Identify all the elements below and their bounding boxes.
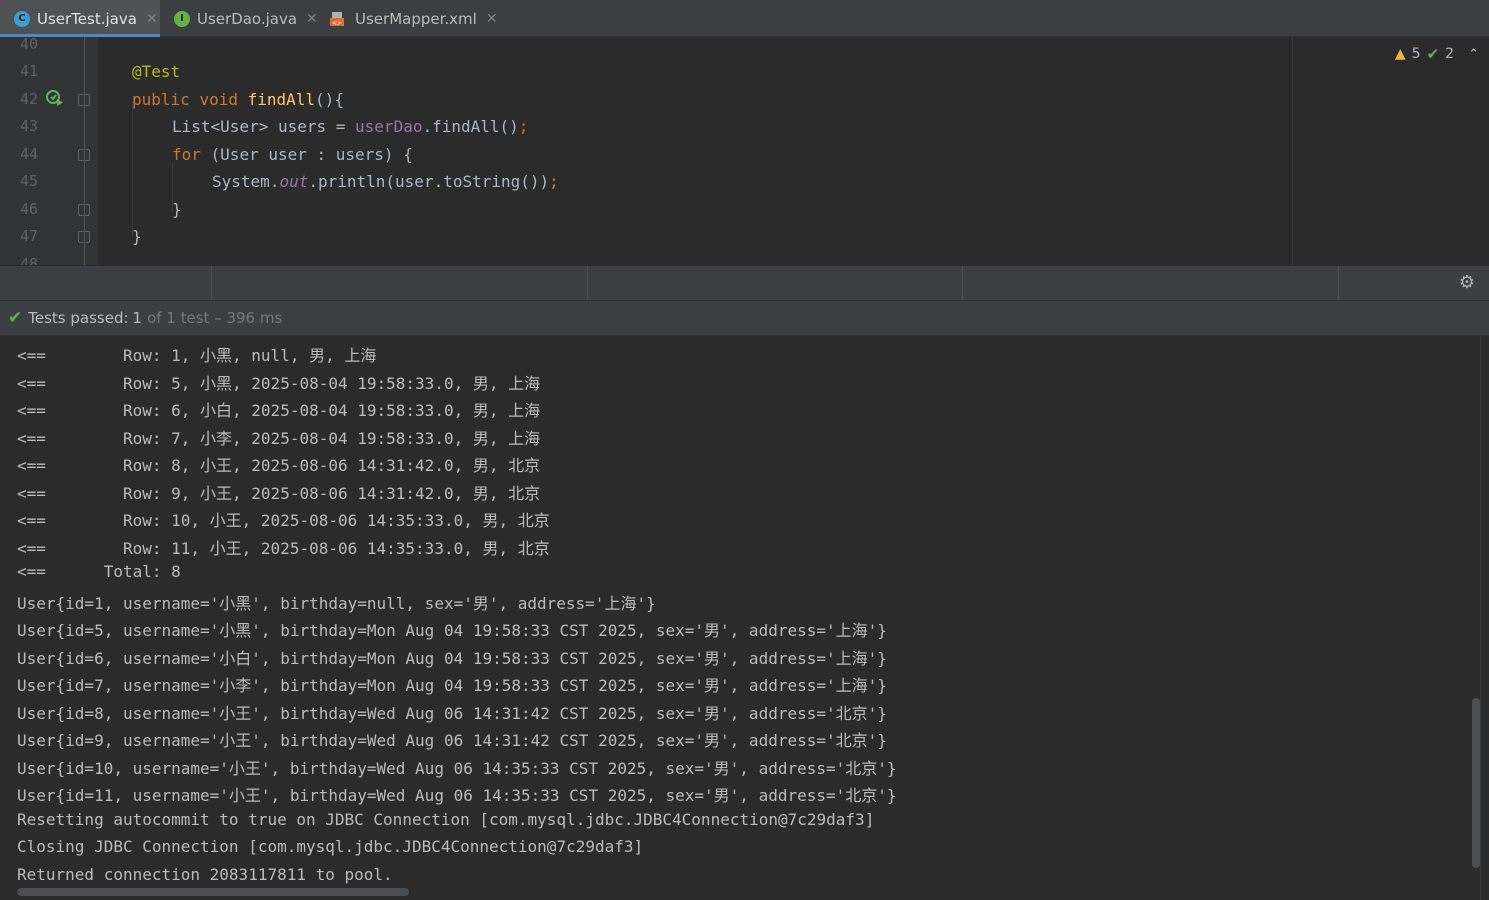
console-line: <== Row: 11, 小王, 2025-08-06 14:35:33.0, … <box>17 539 550 558</box>
tab-usermapper-xml[interactable]: <> UserMapper.xml ✕ <box>318 0 503 37</box>
semicolon: ; <box>518 117 529 136</box>
code-text: .findAll() <box>422 117 519 136</box>
field-reference: userDao <box>355 117 423 136</box>
console-line: <== Row: 7, 小李, 2025-08-04 19:58:33.0, 男… <box>17 429 541 448</box>
static-field: out <box>279 172 309 191</box>
console-line: User{id=5, username='小黑', birthday=Mon A… <box>17 621 887 640</box>
console-line: User{id=11, username='小王', birthday=Wed … <box>17 786 897 805</box>
console-line: Returned connection 2083117811 to pool. <box>17 865 393 884</box>
code-editor[interactable]: 40 41 42 43 44 45 46 47 48 @Test public … <box>0 37 1489 265</box>
xml-file-icon: <> <box>330 11 348 27</box>
run-test-icon[interactable] <box>46 89 64 107</box>
status-detail: of 1 test – 396 ms <box>147 309 283 327</box>
code-line-46: } <box>172 200 182 219</box>
tab-label: UserMapper.xml <box>355 9 477 28</box>
console-line: User{id=7, username='小李', birthday=Mon A… <box>17 676 887 695</box>
tab-label: UserTest.java <box>37 9 137 28</box>
vertical-scrollbar[interactable] <box>1472 698 1480 868</box>
line-number: 45 <box>19 172 38 190</box>
gear-icon[interactable]: ⚙ <box>1457 273 1477 293</box>
indent-guide <box>132 107 133 237</box>
code-text: (){ <box>315 90 344 109</box>
status-count: 1 <box>132 309 143 327</box>
keyword: public <box>132 90 190 109</box>
keyword: void <box>199 90 238 109</box>
java-class-icon: C <box>14 10 30 27</box>
toolbar-section <box>963 266 1339 301</box>
check-icon: ✔ <box>1426 45 1440 63</box>
code-text: System. <box>212 172 280 191</box>
tab-userdao-java[interactable]: I UserDao.java ✕ <box>160 0 318 37</box>
code-text: (User user : users) { <box>200 145 413 164</box>
code-line-45: System.out.println(user.toString()); <box>212 172 559 191</box>
console-line: <== Row: 8, 小王, 2025-08-06 14:31:42.0, 男… <box>17 456 541 475</box>
toolbar-section <box>212 266 588 301</box>
java-interface-icon: I <box>174 10 190 27</box>
console-line: Resetting autocommit to true on JDBC Con… <box>17 810 875 829</box>
svg-text:<>: <> <box>332 20 342 27</box>
chevron-up-icon[interactable]: ⌃ <box>1468 47 1479 62</box>
toolbar-section <box>588 266 963 301</box>
inspection-widget[interactable]: ▲ 5 ✔ 2 ⌃ <box>1395 45 1479 63</box>
console-output[interactable]: <== Row: 1, 小黑, null, 男, 上海 <== Row: 5, … <box>0 336 1489 900</box>
line-number: 41 <box>19 62 38 80</box>
line-number: 44 <box>19 145 38 163</box>
tab-usertest-java[interactable]: C UserTest.java ✕ <box>0 0 160 37</box>
check-icon: ✔ <box>8 308 23 328</box>
method-name: findAll <box>247 90 316 109</box>
code-text: List<User> users = <box>172 117 356 136</box>
console-line: User{id=9, username='小王', birthday=Wed A… <box>17 731 887 750</box>
editor-tab-bar: C UserTest.java ✕ I UserDao.java ✕ <> Us… <box>0 0 1489 37</box>
console-line: User{id=6, username='小白', birthday=Mon A… <box>17 649 887 668</box>
fold-guide <box>84 37 85 265</box>
test-status-bar: ✔ Tests passed: 1 of 1 test – 396 ms <box>0 300 1489 336</box>
code-line-42: public void findAll(){ <box>132 90 344 109</box>
run-toolbar: ⚙ <box>0 265 1489 301</box>
line-number: 46 <box>19 200 38 218</box>
console-line: User{id=10, username='小王', birthday=Wed … <box>17 759 897 778</box>
horizontal-scrollbar[interactable] <box>17 888 409 896</box>
line-number: 42 <box>19 90 38 108</box>
code-line-41: @Test <box>132 62 180 81</box>
toolbar-section <box>0 266 212 301</box>
line-number: 47 <box>19 227 38 245</box>
right-margin-guide <box>1292 37 1293 265</box>
editor-gutter: 40 41 42 43 44 45 46 47 48 <box>0 37 98 265</box>
tab-label: UserDao.java <box>197 9 298 28</box>
console-line: <== Row: 1, 小黑, null, 男, 上海 <box>17 346 377 365</box>
line-number: 43 <box>19 117 38 135</box>
close-icon[interactable]: ✕ <box>306 11 318 27</box>
console-line: <== Row: 5, 小黑, 2025-08-04 19:58:33.0, 男… <box>17 374 541 393</box>
semicolon: ; <box>549 172 559 191</box>
warning-icon: ▲ <box>1394 46 1406 62</box>
console-line: <== Total: 8 <box>17 562 181 581</box>
check-count: 2 <box>1445 46 1455 62</box>
annotation: @Test <box>132 62 181 81</box>
code-line-47: } <box>132 227 142 246</box>
console-line: User{id=8, username='小王', birthday=Wed A… <box>17 704 887 723</box>
console-line: User{id=1, username='小黑', birthday=null,… <box>17 594 656 613</box>
warning-count: 5 <box>1411 46 1421 62</box>
close-icon[interactable]: ✕ <box>486 11 498 27</box>
status-label: Tests passed: <box>28 309 129 327</box>
console-edge <box>1480 336 1481 900</box>
console-line: <== Row: 6, 小白, 2025-08-04 19:58:33.0, 男… <box>17 401 541 420</box>
line-number: 40 <box>19 37 38 53</box>
console-line: <== Row: 10, 小王, 2025-08-06 14:35:33.0, … <box>17 511 550 530</box>
code-text: .println(user.toString()) <box>308 172 550 191</box>
console-line: <== Row: 9, 小王, 2025-08-06 14:31:42.0, 男… <box>17 484 541 503</box>
line-number: 48 <box>19 255 38 265</box>
code-line-44: for (User user : users) { <box>172 145 413 164</box>
close-icon[interactable]: ✕ <box>146 11 158 27</box>
keyword: for <box>172 145 201 164</box>
console-line: Closing JDBC Connection [com.mysql.jdbc.… <box>17 837 644 856</box>
code-line-43: List<User> users = userDao.findAll(); <box>172 117 528 136</box>
